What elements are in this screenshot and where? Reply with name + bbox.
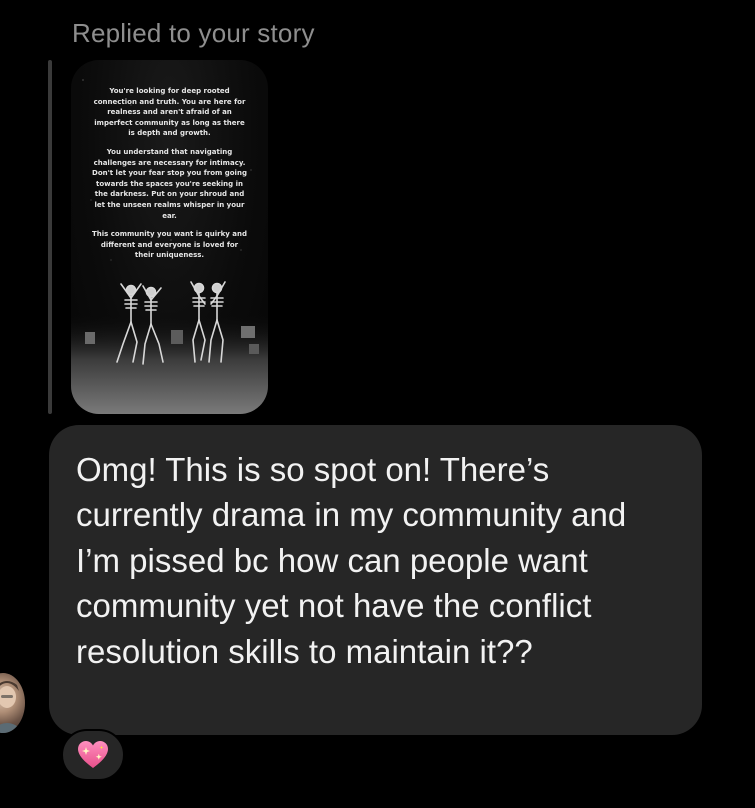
story-paragraph-2: You understand that navigating challenge… [92,147,247,220]
replied-to-story-label: Replied to your story [72,18,315,48]
sparkling-heart-icon [78,741,108,768]
story-preview[interactable]: You're looking for deep rooted connectio… [71,60,268,414]
quote-bar [48,60,52,414]
story-text: You're looking for deep rooted connectio… [81,86,258,269]
avatar[interactable] [0,673,25,733]
avatar-photo [0,681,25,733]
message-text: Omg! This is so spot on! There’s current… [76,451,627,670]
reaction-badge[interactable] [61,729,125,781]
message-bubble[interactable]: Omg! This is so spot on! There’s current… [49,425,702,735]
skeletons-graveyard-image [71,281,268,414]
story-paragraph-3: This community you want is quirky and di… [92,230,247,260]
story-paragraph-1: You're looking for deep rooted connectio… [93,87,246,138]
